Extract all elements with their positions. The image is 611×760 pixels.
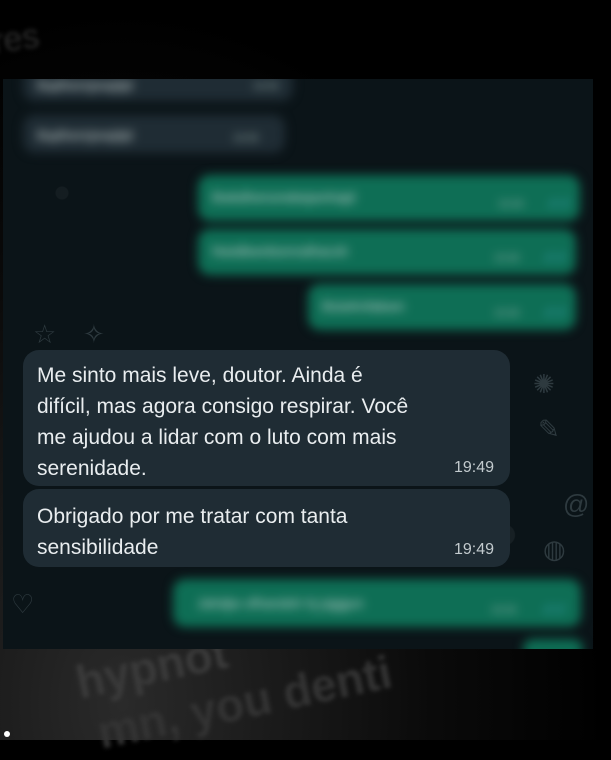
message-text: Bqdhenrjewjdjd: [37, 127, 133, 143]
message-time: 19:49: [491, 605, 517, 616]
message-bubble-blurred: Bqdhenrjewjdjd 19:48: [23, 115, 285, 153]
background-corner-text: res: [0, 16, 42, 62]
message-text: Bsiwhnfabwn: [322, 298, 405, 314]
at-sign-doodle-icon: @: [563, 489, 590, 519]
read-receipt-icon: ✓✓: [544, 249, 568, 265]
ball-doodle-icon: ◍: [543, 534, 566, 564]
gear-doodle-icon: ✺: [533, 369, 555, 399]
message-time: 19:48: [498, 199, 524, 210]
read-receipt-icon: ✓✓: [544, 304, 568, 320]
message-text: Obrigado por me tratar com tanta sensibi…: [37, 505, 348, 559]
star-doodle-icon: ☆: [33, 319, 57, 349]
sparkle-doodle-icon: ✧: [83, 319, 105, 349]
pencil-doodle-icon: ✎: [538, 414, 560, 444]
message-bubble-blurred: Bqdhenrjewjdjd 19:48: [23, 79, 293, 101]
message-text: Nwidbwnbsnrsdhacsh: [212, 243, 349, 259]
message-bubble-incoming[interactable]: Obrigado por me tratar com tanta sensibi…: [23, 489, 510, 567]
indicator-dot: [4, 731, 10, 737]
message-text: Me sinto mais leve, doutor. Ainda é difí…: [37, 364, 409, 480]
message-time: 19:49: [453, 459, 494, 476]
message-bubble-incoming[interactable]: Me sinto mais leve, doutor. Ainda é difí…: [23, 350, 510, 486]
message-text: Bqdhenrjewjdjd: [37, 79, 133, 93]
message-text: Jahdjw ofhandsh hj jsjjgjun: [197, 595, 364, 611]
message-bubble-edge: [523, 639, 583, 649]
message-time: 19:49: [453, 541, 494, 558]
message-time: 19:48: [253, 81, 279, 92]
read-receipt-icon: ✓✓: [548, 195, 572, 211]
read-receipt-icon: ✓✓: [543, 601, 567, 617]
message-time: 19:48: [494, 253, 520, 264]
message-bubble-blurred: Bsiwhnfabwn 19:48 ✓✓: [308, 284, 576, 330]
heart-doodle-icon: ♡: [11, 589, 35, 619]
message-time: 19:48: [494, 308, 520, 319]
message-time: 19:48: [233, 133, 259, 144]
message-bubble-blurred: Jahdjw ofhandsh hj jsjjgjun 19:49 ✓✓: [173, 579, 581, 627]
message-bubble-blurred: Bwkdhenorwbejwnhajd 19:48 ✓✓: [198, 175, 580, 221]
message-bubble-blurred: Nwidbwnbsnrsdhacsh 19:48 ✓✓: [198, 229, 576, 275]
message-text: Bwkdhenorwbejwnhajd: [212, 189, 356, 205]
